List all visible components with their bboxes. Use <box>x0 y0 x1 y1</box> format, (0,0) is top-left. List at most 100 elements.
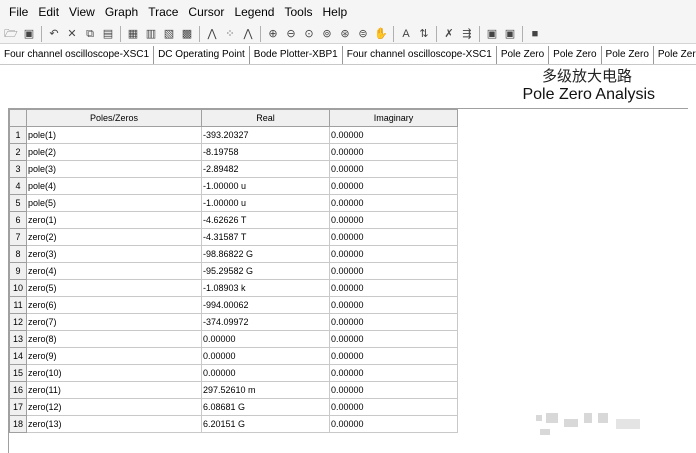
cell-pole-zero[interactable]: pole(2) <box>26 143 202 161</box>
tab-1[interactable]: Four channel oscilloscope-XSC1 <box>0 45 155 64</box>
cell-imaginary[interactable]: 0.00000 <box>329 194 458 212</box>
table-row[interactable]: 6 zero(1) -4.62626 T 0.00000 <box>9 211 460 229</box>
zoom-area-icon[interactable]: ⊙ <box>301 26 317 42</box>
row-number[interactable]: 1 <box>9 126 27 144</box>
cell-real[interactable]: 0.00000 <box>201 347 330 365</box>
table-row[interactable]: 13 zero(8) 0.00000 0.00000 <box>9 330 460 348</box>
table-row[interactable]: 14 zero(9) 0.00000 0.00000 <box>9 347 460 365</box>
cell-real[interactable]: -1.00000 u <box>201 194 330 212</box>
cell-real[interactable]: -4.31587 T <box>201 228 330 246</box>
table-row[interactable]: 16 zero(11) 297.52610 m 0.00000 <box>9 381 460 399</box>
row-number[interactable]: 5 <box>9 194 27 212</box>
cell-real[interactable]: -98.86822 G <box>201 245 330 263</box>
cell-imaginary[interactable]: 0.00000 <box>329 126 458 144</box>
cell-imaginary[interactable]: 0.00000 <box>329 415 458 433</box>
cell-imaginary[interactable]: 0.00000 <box>329 177 458 195</box>
cell-real[interactable]: 0.00000 <box>201 364 330 382</box>
tab-4[interactable]: Four channel oscilloscope-XSC1 <box>343 45 497 64</box>
cell-real[interactable]: 0.00000 <box>201 330 330 348</box>
cell-imaginary[interactable]: 0.00000 <box>329 296 458 314</box>
cell-imaginary[interactable]: 0.00000 <box>329 330 458 348</box>
cell-real[interactable]: 6.20151 G <box>201 415 330 433</box>
menu-view[interactable]: View <box>64 0 100 24</box>
cell-pole-zero[interactable]: zero(11) <box>26 381 202 399</box>
menu-file[interactable]: File <box>4 0 33 24</box>
row-number[interactable]: 10 <box>9 279 27 297</box>
cell-real[interactable]: -4.62626 T <box>201 211 330 229</box>
cell-imaginary[interactable]: 0.00000 <box>329 143 458 161</box>
cell-real[interactable]: -8.19758 <box>201 143 330 161</box>
table-row[interactable]: 7 zero(2) -4.31587 T 0.00000 <box>9 228 460 246</box>
table-row[interactable]: 1 pole(1) -393.20327 0.00000 <box>9 126 460 144</box>
cell-pole-zero[interactable]: zero(13) <box>26 415 202 433</box>
row-number[interactable]: 8 <box>9 245 27 263</box>
cell-pole-zero[interactable]: zero(10) <box>26 364 202 382</box>
table-row[interactable]: 10 zero(5) -1.08903 k 0.00000 <box>9 279 460 297</box>
zoom-full-icon[interactable]: ⊜ <box>355 26 371 42</box>
row-number[interactable]: 14 <box>9 347 27 365</box>
cursor-icon[interactable]: ⇅ <box>416 26 432 42</box>
cell-pole-zero[interactable]: zero(1) <box>26 211 202 229</box>
cell-imaginary[interactable]: 0.00000 <box>329 211 458 229</box>
cell-real[interactable]: -95.29582 G <box>201 262 330 280</box>
cell-imaginary[interactable]: 0.00000 <box>329 381 458 399</box>
menu-help[interactable]: Help <box>318 0 353 24</box>
table-row[interactable]: 18 zero(13) 6.20151 G 0.00000 <box>9 415 460 433</box>
zoom-out-icon[interactable]: ⊖ <box>283 26 299 42</box>
row-number[interactable]: 16 <box>9 381 27 399</box>
delete-icon[interactable]: ✕ <box>64 26 80 42</box>
legend-icon[interactable]: ▧ <box>161 26 177 42</box>
cell-real[interactable]: -393.20327 <box>201 126 330 144</box>
zoom-in-icon[interactable]: ⊕ <box>265 26 281 42</box>
cell-imaginary[interactable]: 0.00000 <box>329 262 458 280</box>
stop-icon[interactable]: ■ <box>527 26 543 42</box>
column-header-imaginary[interactable]: Imaginary <box>329 109 458 127</box>
grid-icon[interactable]: ▦ <box>125 26 141 42</box>
table-row[interactable]: 3 pole(3) -2.89482 0.00000 <box>9 160 460 178</box>
row-number[interactable]: 17 <box>9 398 27 416</box>
menu-cursor[interactable]: Cursor <box>183 0 229 24</box>
row-number[interactable]: 6 <box>9 211 27 229</box>
cell-pole-zero[interactable]: pole(5) <box>26 194 202 212</box>
table-row[interactable]: 8 zero(3) -98.86822 G 0.00000 <box>9 245 460 263</box>
menu-tools[interactable]: Tools <box>279 0 317 24</box>
corner-cell[interactable] <box>9 109 27 127</box>
table-row[interactable]: 5 pole(5) -1.00000 u 0.00000 <box>9 194 460 212</box>
table-row[interactable]: 15 zero(10) 0.00000 0.00000 <box>9 364 460 382</box>
zoom-x-icon[interactable]: ⊚ <box>319 26 335 42</box>
menu-edit[interactable]: Edit <box>33 0 64 24</box>
cell-imaginary[interactable]: 0.00000 <box>329 347 458 365</box>
row-number[interactable]: 11 <box>9 296 27 314</box>
cell-real[interactable]: -374.09972 <box>201 313 330 331</box>
trace-icon[interactable]: ⋀ <box>204 26 220 42</box>
cell-imaginary[interactable]: 0.00000 <box>329 245 458 263</box>
cell-pole-zero[interactable]: zero(2) <box>26 228 202 246</box>
line-icon[interactable]: ⋀ <box>240 26 256 42</box>
markers-icon[interactable]: ✗ <box>441 26 457 42</box>
export-icon[interactable]: ⇶ <box>459 26 475 42</box>
row-number[interactable]: 15 <box>9 364 27 382</box>
row-number[interactable]: 7 <box>9 228 27 246</box>
copy-icon[interactable]: ⧉ <box>82 26 98 42</box>
cell-imaginary[interactable]: 0.00000 <box>329 398 458 416</box>
tab-6[interactable]: Pole Zero <box>549 45 602 64</box>
pan-icon[interactable]: ✋ <box>373 26 389 42</box>
merge-icon[interactable]: ▣ <box>502 26 518 42</box>
menu-legend[interactable]: Legend <box>229 0 279 24</box>
table-row[interactable]: 2 pole(2) -8.19758 0.00000 <box>9 143 460 161</box>
tab-2[interactable]: DC Operating Point <box>154 45 250 64</box>
save-icon[interactable]: ▣ <box>21 26 37 42</box>
tab-5[interactable]: Pole Zero <box>497 45 550 64</box>
cell-real[interactable]: -2.89482 <box>201 160 330 178</box>
table-row[interactable]: 4 pole(4) -1.00000 u 0.00000 <box>9 177 460 195</box>
tab-8[interactable]: Pole Zero <box>654 46 696 64</box>
table-row[interactable]: 17 zero(12) 6.08681 G 0.00000 <box>9 398 460 416</box>
table-row[interactable]: 11 zero(6) -994.00062 0.00000 <box>9 296 460 314</box>
text-icon[interactable]: A <box>398 26 414 42</box>
cell-imaginary[interactable]: 0.00000 <box>329 160 458 178</box>
row-number[interactable]: 13 <box>9 330 27 348</box>
cell-pole-zero[interactable]: zero(6) <box>26 296 202 314</box>
undo-icon[interactable]: ↶ <box>46 26 62 42</box>
row-number[interactable]: 3 <box>9 160 27 178</box>
cell-pole-zero[interactable]: pole(4) <box>26 177 202 195</box>
